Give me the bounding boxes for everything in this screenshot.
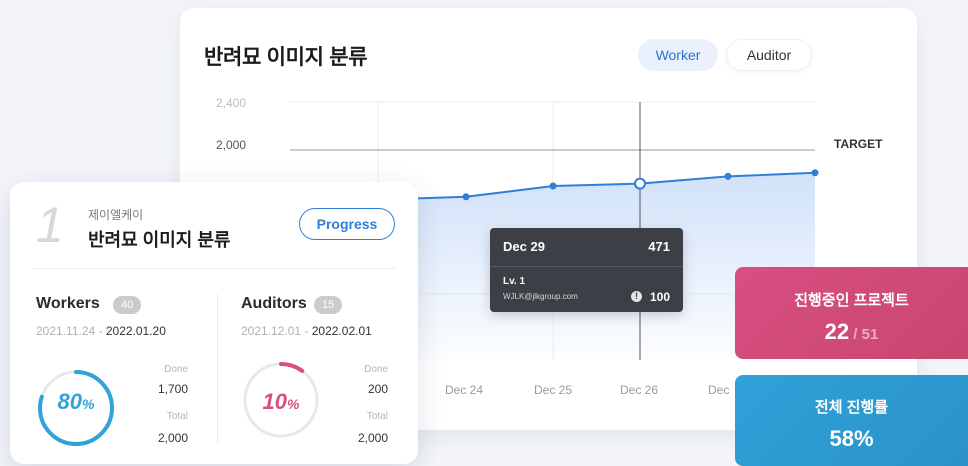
ongoing-count: 22 xyxy=(824,319,850,344)
x-tick-label: Dec 25 xyxy=(534,383,573,397)
tooltip-email: WJLK@jlkgroup.com xyxy=(503,292,578,301)
data-point xyxy=(724,172,732,180)
tooltip-date: Dec 29 xyxy=(503,239,545,254)
overall-progress-value: 58% xyxy=(829,426,874,451)
project-card[interactable]: 1 제이엘케이 반려묘 이미지 분류 Progress Workers 40 2… xyxy=(10,182,418,464)
project-rank: 1 xyxy=(36,197,64,253)
auditors-start-date: 2021.12.01 xyxy=(241,324,302,338)
y-tick-label: 2,000 xyxy=(216,138,247,152)
company-name: 제이엘케이 xyxy=(88,208,144,222)
ongoing-projects-value: 22 / 51 xyxy=(735,319,968,345)
workers-total-label: Total xyxy=(166,411,188,422)
ongoing-total: 51 xyxy=(861,326,879,343)
workers-percent-unit: % xyxy=(82,396,95,412)
workers-done-value: 1,700 xyxy=(157,382,188,396)
auditors-end-date: 2022.02.01 xyxy=(311,324,372,338)
progress-button[interactable]: Progress xyxy=(299,208,395,240)
ongoing-projects-card[interactable]: 진행중인 프로젝트 22 / 51 xyxy=(735,267,968,359)
x-tick-label: Dec 26 xyxy=(620,383,659,397)
target-label: TARGET xyxy=(834,137,883,151)
auditors-percent: 10% xyxy=(244,389,318,415)
overall-progress-card[interactable]: 전체 진행률 58% xyxy=(735,375,968,466)
auditors-done-label: Done xyxy=(364,364,388,375)
workers-start-date: 2021.11.24 xyxy=(36,324,96,338)
tooltip-level: Lv. 1 xyxy=(503,276,526,287)
auditors-period: 2021.12.01 - 2022.02.01 xyxy=(241,324,372,338)
data-point xyxy=(462,193,470,201)
date-separator: - xyxy=(95,324,106,338)
column-divider xyxy=(217,294,218,444)
auditors-total-label: Total xyxy=(366,411,388,422)
workers-percent: 80% xyxy=(39,389,113,415)
auditors-label: Auditors xyxy=(241,295,307,312)
date-separator: - xyxy=(301,324,312,338)
workers-count-badge: 40 xyxy=(113,296,142,314)
chart-tooltip: Dec 29 471 Lv. 1 WJLK@jlkgroup.com ! 100 xyxy=(490,228,683,312)
data-point xyxy=(811,169,819,177)
auditors-total-value: 2,000 xyxy=(357,431,388,445)
overall-progress-label: 전체 진행률 xyxy=(814,399,889,416)
x-tick-label: Dec xyxy=(708,383,730,397)
tooltip-divider xyxy=(490,266,683,267)
project-name: 반려묘 이미지 분류 xyxy=(88,230,231,250)
workers-percent-value: 80 xyxy=(57,389,83,414)
alert-icon: ! xyxy=(631,291,642,302)
workers-end-date: 2022.01.20 xyxy=(105,324,166,338)
auditors-percent-value: 10 xyxy=(262,389,288,414)
workers-label: Workers xyxy=(36,295,100,312)
workers-period: 2021.11.24 - 2022.01.20 xyxy=(36,324,166,338)
x-tick-label: Dec 24 xyxy=(445,383,484,397)
ongoing-projects-label: 진행중인 프로젝트 xyxy=(794,292,909,309)
workers-done-label: Done xyxy=(164,364,188,375)
y-tick-label: 2,400 xyxy=(216,96,247,110)
auditors-done-value: 200 xyxy=(367,382,388,396)
data-point-highlight xyxy=(634,177,646,190)
auditors-percent-unit: % xyxy=(287,396,300,412)
card-divider xyxy=(32,268,396,269)
tooltip-value: 471 xyxy=(648,239,670,254)
workers-total-value: 2,000 xyxy=(157,431,188,445)
tooltip-count: 100 xyxy=(649,290,670,304)
auditors-count-badge: 15 xyxy=(314,296,343,314)
ongoing-separator: / xyxy=(849,326,862,343)
data-point xyxy=(549,182,557,190)
